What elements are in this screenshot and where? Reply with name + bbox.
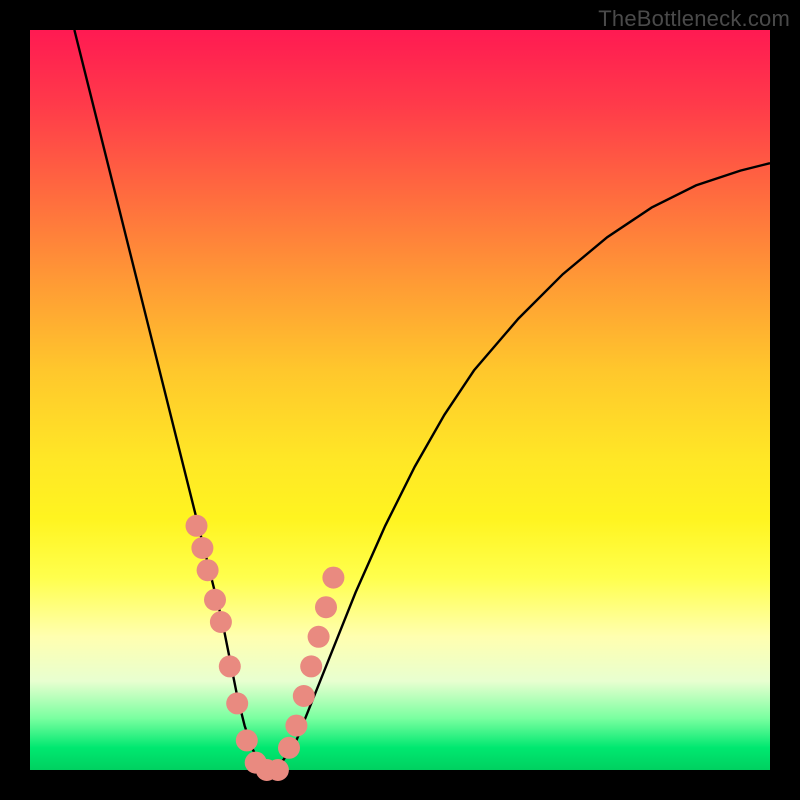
outer-frame: TheBottleneck.com (0, 0, 800, 800)
highlight-dot (293, 685, 315, 707)
highlight-dot (197, 559, 219, 581)
highlight-dot (226, 692, 248, 714)
watermark-text: TheBottleneck.com (598, 6, 790, 32)
highlight-dot (236, 729, 258, 751)
bottleneck-curve (74, 30, 770, 770)
chart-svg (30, 30, 770, 770)
plot-area (30, 30, 770, 770)
highlight-dot (278, 737, 300, 759)
highlight-dot (210, 611, 232, 633)
highlight-dot (204, 589, 226, 611)
highlight-dot (186, 515, 208, 537)
highlight-dot (191, 537, 213, 559)
highlight-dot (315, 596, 337, 618)
highlight-dot (285, 715, 307, 737)
highlight-dot (219, 655, 241, 677)
highlight-dot (308, 626, 330, 648)
highlight-dot (267, 759, 289, 781)
highlight-dots (186, 515, 345, 781)
highlight-dot (322, 567, 344, 589)
highlight-dot (300, 655, 322, 677)
